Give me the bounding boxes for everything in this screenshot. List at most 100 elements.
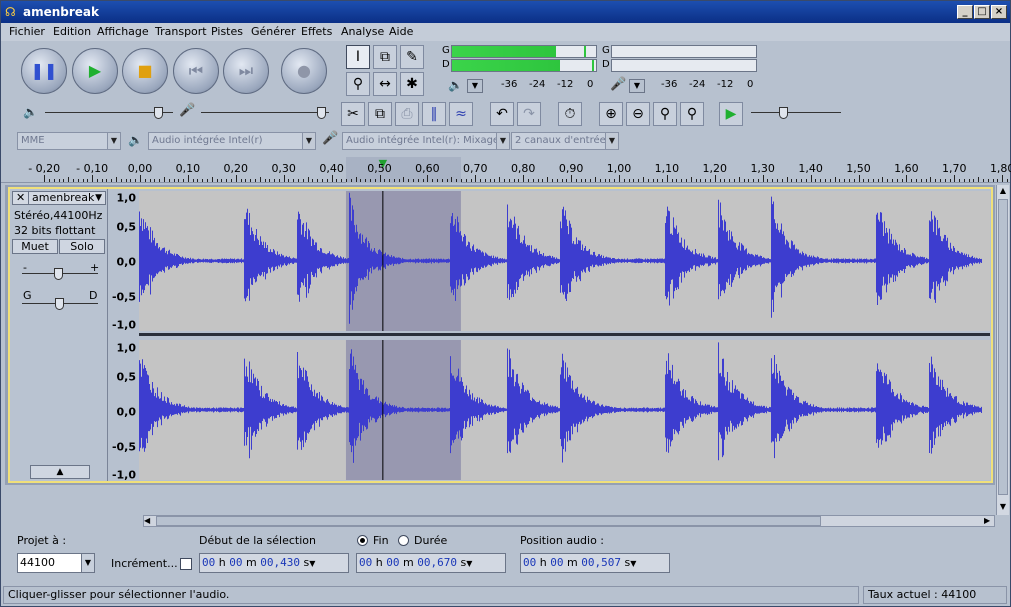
zoom-in-button[interactable]: ⊕ [599, 102, 623, 126]
ruler-tick [341, 179, 343, 182]
ruler-tick [901, 179, 903, 182]
track-control-panel: ✕ amenbreak ▼ Stéréo,44100Hz 32 bits flo… [10, 189, 108, 481]
stop-button[interactable]: ■ [122, 48, 168, 94]
record-button[interactable]: ● [281, 48, 327, 94]
ruler-tick [590, 179, 592, 182]
skip-end-button[interactable]: ⏭ [223, 48, 269, 94]
menu-effets[interactable]: Effets [301, 25, 332, 38]
multi-tool[interactable]: ✱ [400, 72, 424, 96]
audio-position-field[interactable]: 00 h 00 m 00,507 s▼ [520, 553, 670, 573]
play-at-speed-button[interactable]: ▶ [719, 102, 743, 126]
playback-meter-menu-button[interactable]: ▼ [467, 79, 483, 93]
right-channel-scale: 1,0 0,5 0,0 -0,5 -1,0 [111, 341, 136, 482]
ruler-tick [298, 179, 300, 182]
silence-button[interactable]: ≈ [449, 102, 473, 126]
skip-start-button[interactable]: ⏮ [173, 48, 219, 94]
gain-slider[interactable] [22, 267, 98, 281]
ruler-tick [422, 179, 424, 182]
fit-project-button[interactable]: ⚲ [680, 102, 704, 126]
ruler-tick [992, 179, 994, 182]
microphone-icon: 🎤 [610, 77, 627, 92]
slider-knob[interactable] [55, 298, 64, 310]
pan-slider[interactable] [22, 297, 98, 311]
copy-button[interactable]: ⧉ [368, 102, 392, 126]
minimize-button[interactable]: _ [957, 5, 973, 19]
menu-affichage[interactable]: Affichage [97, 25, 149, 38]
cut-button[interactable]: ✂ [341, 102, 365, 126]
zoom-in-icon: ⊕ [605, 106, 617, 122]
slider-knob[interactable] [316, 107, 326, 119]
undo-button[interactable]: ↶ [490, 102, 514, 126]
vertical-scrollbar[interactable]: ▲ ▼ [996, 185, 1009, 515]
ruler-tick [892, 179, 894, 182]
ruler-tick [839, 179, 841, 182]
collapse-track-button[interactable]: ▲ [30, 465, 90, 479]
ruler-tick [111, 179, 113, 182]
ruler-label: 1,40 [798, 162, 823, 175]
slider-knob[interactable] [779, 107, 788, 119]
menu-generer[interactable]: Générer [251, 25, 296, 38]
project-rate-select[interactable]: 44100 ▼ [17, 553, 95, 573]
track-header[interactable]: ✕ amenbreak ▼ [12, 191, 106, 205]
zoom-tool[interactable]: ⚲ [346, 72, 370, 96]
selection-start-field[interactable]: 00 h 00 m 00,430 s▼ [199, 553, 349, 573]
output-device-select[interactable]: Audio intégrée Intel(r) ▼ [148, 132, 316, 150]
solo-button[interactable]: Solo [59, 239, 105, 254]
left-channel-waveform[interactable] [139, 191, 990, 331]
snap-to-checkbox[interactable] [180, 558, 192, 570]
play-speed-slider[interactable] [751, 106, 841, 120]
horizontal-scrollbar[interactable]: ◀ ▶ [143, 515, 995, 527]
fit-selection-button[interactable]: ⚲ [653, 102, 677, 126]
redo-button[interactable]: ↷ [517, 102, 541, 126]
audio-track[interactable]: ✕ amenbreak ▼ Stéréo,44100Hz 32 bits flo… [8, 187, 993, 483]
menu-transport[interactable]: Transport [155, 25, 207, 38]
ruler-tick [120, 179, 122, 182]
duration-radio[interactable] [398, 535, 409, 546]
meter-scale-0: 0 [587, 79, 594, 90]
ruler-tick [312, 179, 314, 182]
record-meter-menu-button[interactable]: ▼ [629, 79, 645, 93]
right-channel-waveform[interactable] [139, 340, 990, 480]
meter-peak [591, 60, 594, 71]
pause-button[interactable]: ❚❚ [21, 48, 67, 94]
zoom-out-button[interactable]: ⊖ [626, 102, 650, 126]
slider-knob[interactable] [153, 107, 163, 119]
menu-fichier[interactable]: Fichier [9, 25, 45, 38]
mute-button[interactable]: Muet [12, 239, 58, 254]
trim-button[interactable]: ‖ [422, 102, 446, 126]
ruler-tick [1002, 175, 1004, 182]
ruler-label: 1,00 [606, 162, 632, 175]
play-button[interactable]: ▶ [72, 48, 118, 94]
maximize-button[interactable]: □ [974, 5, 990, 19]
ruler-label: 0,80 [510, 162, 536, 175]
timeline-ruler[interactable]: ▼ - 0,20- 0,10 0,00 0,10 0,20 0,30 0,40 0,50 0,… [1, 157, 1011, 183]
ruler-tick [216, 179, 218, 182]
record-volume-icon: 🎤 [179, 103, 196, 118]
ruler-label: 0,60 [415, 162, 440, 175]
selection-end-field[interactable]: 00 h 00 m 00,670 s▼ [356, 553, 506, 573]
menu-analyse[interactable]: Analyse [341, 25, 384, 38]
close-track-icon[interactable]: ✕ [16, 192, 25, 204]
paste-button[interactable]: ⎙ [395, 102, 419, 126]
ruler-tick [101, 179, 103, 182]
record-volume-slider[interactable] [201, 106, 329, 120]
input-device-select[interactable]: Audio intégrée Intel(r): Mixage ▼ [342, 132, 510, 150]
close-button[interactable]: × [991, 5, 1007, 19]
timeshift-tool[interactable]: ↔ [373, 72, 397, 96]
end-radio[interactable] [357, 535, 368, 546]
playback-volume-slider[interactable] [45, 106, 173, 120]
menu-aide[interactable]: Aide [389, 25, 413, 38]
menu-pistes[interactable]: Pistes [211, 25, 243, 38]
audio-host-select[interactable]: MME ▼ [17, 132, 121, 150]
draw-tool[interactable]: ✎ [400, 45, 424, 69]
envelope-tool[interactable]: ⧉ [373, 45, 397, 69]
slider-knob[interactable] [54, 268, 63, 280]
input-channels-select[interactable]: 2 canaux d'entrée ▼ [511, 132, 619, 150]
sync-lock-button[interactable]: ⏱ [558, 102, 582, 126]
menu-edition[interactable]: Edition [53, 25, 91, 38]
zoom-icon: ⚲ [352, 76, 364, 92]
selection-tool[interactable]: I [346, 45, 370, 69]
ruler-tick [906, 175, 908, 182]
track-menu-chevron-icon[interactable]: ▼ [95, 192, 102, 204]
ruler-tick [144, 179, 146, 182]
